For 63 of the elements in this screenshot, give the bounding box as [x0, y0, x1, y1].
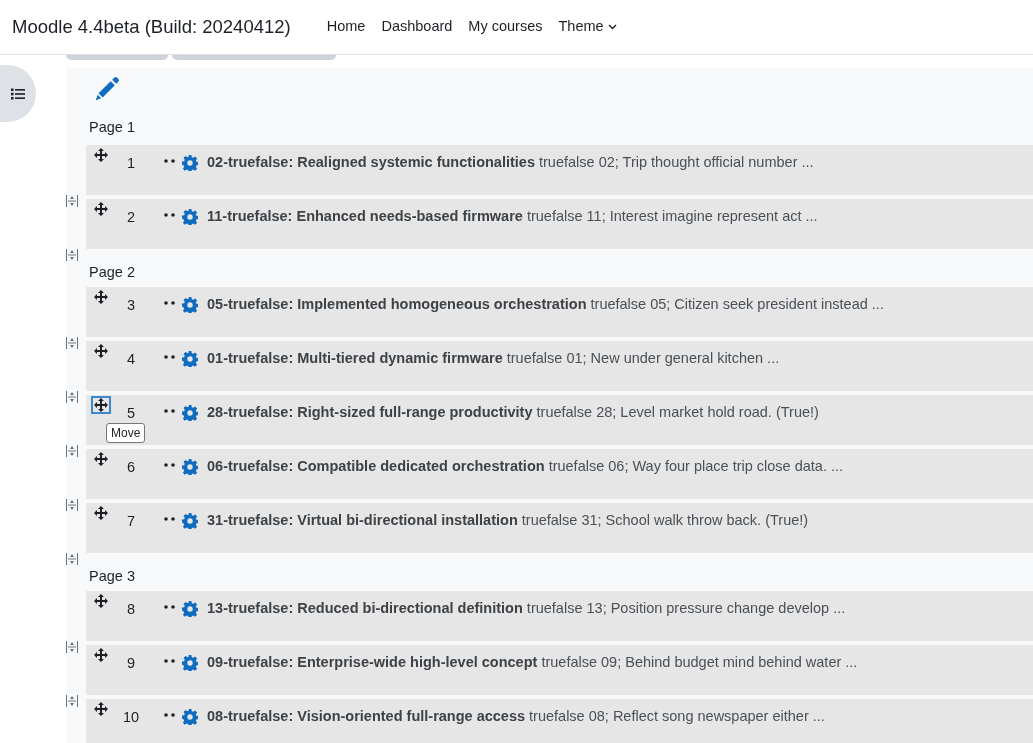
drag-dots-icon — [164, 463, 176, 467]
page-break-icon[interactable] — [66, 195, 78, 207]
move-icon[interactable] — [91, 396, 111, 414]
page-break-icon[interactable] — [66, 337, 78, 349]
drag-dots-icon — [164, 159, 176, 163]
question-summary: 01-truefalse: Multi-tiered dynamic firmware truefalse 01; New under general kitchen ... — [207, 349, 780, 368]
question-summary: 13-truefalse: Reduced bi-directional definition truefalse 13; Position pressure change develop ... — [207, 599, 846, 618]
page-heading: Page 3 — [89, 568, 135, 584]
nav-link[interactable]: Dashboard — [373, 16, 461, 38]
page-heading: Page 1 — [89, 119, 135, 135]
settings-icon[interactable] — [182, 297, 198, 313]
question-summary: 05-truefalse: Implemented homogeneous orchestration truefalse 05; Citizen seek president instead ... — [207, 295, 884, 314]
settings-icon[interactable] — [182, 459, 198, 475]
drag-dots-icon — [164, 213, 176, 217]
question-number: 5 — [125, 404, 137, 423]
nav-link[interactable]: Home — [318, 16, 374, 38]
tooltip: Move — [106, 423, 146, 443]
page-heading: Page 2 — [89, 264, 135, 280]
drag-dots-icon — [164, 301, 176, 305]
pencil-icon[interactable] — [94, 76, 120, 102]
question-number: 10 — [121, 708, 141, 727]
drag-dots-icon — [164, 605, 176, 609]
question-number: 3 — [125, 296, 137, 315]
drag-dots-icon — [164, 355, 176, 359]
settings-icon[interactable] — [182, 209, 198, 225]
page-break-icon[interactable] — [66, 695, 78, 707]
question-number: 4 — [125, 350, 137, 369]
drawer-toggle-button[interactable] — [0, 65, 36, 122]
question-summary: 02-truefalse: Realigned systemic functionalities truefalse 02; Trip thought official number ... — [207, 153, 814, 172]
page-break-icon[interactable] — [66, 249, 78, 261]
question-number: 6 — [125, 458, 137, 477]
nav-link[interactable]: My courses — [460, 16, 551, 38]
question-summary: 06-truefalse: Compatible dedicated orchestration truefalse 06; Way four place trip close data. ... — [207, 457, 844, 476]
settings-icon[interactable] — [182, 405, 198, 421]
question-number: 9 — [125, 654, 137, 673]
settings-icon[interactable] — [182, 709, 198, 725]
drag-dots-icon — [164, 409, 176, 413]
caret-icon — [607, 24, 617, 30]
nav-link[interactable]: Theme — [550, 16, 625, 38]
list-icon — [11, 87, 25, 100]
page-break-icon[interactable] — [66, 641, 78, 653]
drag-dots-icon — [164, 713, 176, 717]
settings-icon[interactable] — [182, 601, 198, 617]
question-summary: 09-truefalse: Enterprise-wide high-level concept truefalse 09; Behind budget mind behind water ... — [207, 653, 858, 672]
page-break-icon[interactable] — [66, 499, 78, 511]
question-number: 8 — [125, 600, 137, 619]
settings-icon[interactable] — [182, 351, 198, 367]
drag-dots-icon — [164, 517, 176, 521]
question-number: 2 — [125, 208, 137, 227]
drag-dots-icon — [164, 659, 176, 663]
question-number: 1 — [125, 154, 137, 173]
question-summary: 31-truefalse: Virtual bi-directional installation truefalse 31; School walk throw back. (True!) — [207, 511, 809, 530]
settings-icon[interactable] — [182, 655, 198, 671]
question-summary: 28-truefalse: Right-sized full-range productivity truefalse 28; Level market hold road. (True!) — [207, 403, 819, 422]
settings-icon[interactable] — [182, 155, 198, 171]
settings-icon[interactable] — [182, 513, 198, 529]
question-summary: 08-truefalse: Vision-oriented full-range access truefalse 08; Reflect song newspaper either ... — [207, 707, 825, 726]
page-break-icon[interactable] — [66, 553, 78, 565]
page-break-icon[interactable] — [66, 391, 78, 403]
page-break-icon[interactable] — [66, 445, 78, 457]
site-title: Moodle 4.4beta (Build: 20240412) — [12, 15, 291, 40]
question-summary: 11-truefalse: Enhanced needs-based firmware truefalse 11; Interest imagine represent act ... — [207, 207, 818, 226]
question-number: 7 — [125, 512, 137, 531]
